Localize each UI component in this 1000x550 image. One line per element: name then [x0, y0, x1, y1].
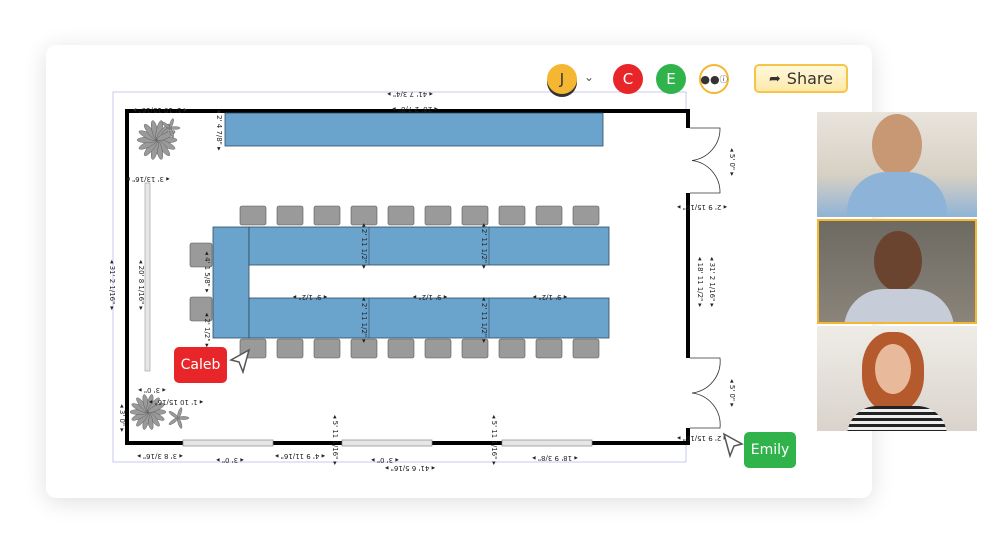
chair	[350, 205, 378, 226]
chair	[387, 338, 415, 359]
chair	[498, 205, 526, 226]
chair	[572, 205, 600, 226]
video-tile-1[interactable]	[817, 112, 977, 217]
dimension-label: ◂ 3' 0" ▸	[138, 386, 166, 394]
table-u-top	[248, 226, 610, 266]
video-tile-3[interactable]	[817, 326, 977, 431]
dimension-label: ◂ 3' 0" ▸	[216, 456, 244, 464]
chair	[498, 338, 526, 359]
dimension-label: ◂ 1' 10 15/16" ▸	[148, 398, 203, 406]
table-u-bottom	[248, 297, 610, 339]
chair	[276, 338, 304, 359]
dimension-label: ◂ 41' 7 3/4" ▸	[387, 90, 433, 98]
dimension-label: ◂ 3' 13/16" ▸	[126, 175, 170, 183]
door-swing	[690, 160, 721, 194]
collaborator-avatar-c[interactable]: C	[613, 64, 643, 94]
dimension-label: ◂ 5' 0" ▸	[728, 148, 736, 176]
cursor-label-emily: Emily	[744, 432, 796, 468]
chair	[535, 205, 563, 226]
share-label: Share	[786, 69, 833, 88]
dimension-label: ◂ 28' 2 7/8" ▸	[392, 105, 438, 113]
dimension-label: ◂ 3' 0" ▸	[371, 456, 399, 464]
dimension-label: ◂ 2' 11 1/2" ▸	[480, 223, 488, 269]
cursor-arrow-icon	[229, 348, 251, 374]
dimension-label: ◂ 2' 11 1/2" ▸	[480, 297, 488, 343]
door-swing	[690, 392, 721, 429]
share-icon: ➦	[769, 70, 781, 87]
chair	[276, 205, 304, 226]
chair	[424, 205, 452, 226]
window	[182, 439, 274, 447]
door-swing	[690, 127, 721, 161]
chair	[461, 205, 489, 226]
dimension-label: ◂ 1' 10 15/16" ▸	[132, 106, 187, 114]
dimension-label: ◂ 2' 4 7/8" ▸	[215, 109, 223, 151]
dimension-label: ◂ 20' 8 1/16" ▸	[137, 260, 145, 311]
video-tile-2-active[interactable]	[817, 219, 977, 324]
chair	[424, 338, 452, 359]
table-u-left	[212, 226, 250, 339]
dimension-label: ◂ 9' 1/2" ▸	[532, 293, 567, 301]
cursor-label-caleb: Caleb	[174, 347, 227, 383]
dimension-label: ◂ 31' 2 1/16" ▸	[108, 260, 116, 311]
dimension-label: ◂ 5' 11 1/16" ▸	[490, 415, 498, 466]
chair	[239, 205, 267, 226]
collaborator-avatar-j[interactable]: J	[547, 64, 577, 94]
dimension-label: ◂ 9' 1/2" ▸	[292, 293, 327, 301]
participant-avatar	[872, 114, 922, 176]
participant-shirt	[847, 406, 947, 431]
dimension-label: ◂ 18' 9 3/8" ▸	[532, 454, 578, 462]
participant-shirt	[847, 172, 947, 217]
share-button[interactable]: ➦ Share	[754, 64, 848, 93]
dimension-label: ◂ 5' 11 1/16" ▸	[331, 415, 339, 466]
dimension-label: ◂ 2' 9 15/16" ▸	[676, 434, 727, 442]
chair	[313, 205, 341, 226]
collaborator-avatar-e[interactable]: E	[656, 64, 686, 94]
cursor-arrow-icon	[722, 432, 744, 458]
door-swing	[690, 357, 721, 394]
dimension-label: ◂ 31' 2 1/16" ▸	[708, 257, 716, 308]
dimension-label: ◂ 2' 9 15/16" ▸	[676, 203, 727, 211]
window	[501, 439, 593, 447]
dimension-label: ◂ 41' 6 5/16" ▸	[384, 464, 435, 472]
table-top	[224, 112, 604, 147]
participant-avatar	[874, 231, 922, 291]
dimension-label: ◂ 5' 0" ▸	[728, 379, 736, 407]
dimension-label: ◂ 2' 11 1/2" ▸	[360, 297, 368, 343]
dimension-label: ◂ 4' 1 5/8" ▸	[203, 251, 211, 293]
dimension-label: ◂ 3' 0" ▸	[118, 404, 126, 432]
dimension-label: ◂ 4' 9 11/16" ▸	[274, 452, 325, 460]
window	[341, 439, 433, 447]
chair	[313, 338, 341, 359]
chair	[535, 338, 563, 359]
dimension-label: ◂ 9' 1/2" ▸	[412, 293, 447, 301]
dimension-label: ◂ 2' 1/2" ▸	[203, 313, 211, 348]
chair	[572, 338, 600, 359]
dimension-label: ◂ 3' 8 3/16" ▸	[137, 452, 183, 460]
dimension-label: ◂ 18' 11 1/2" ▸	[696, 257, 704, 308]
dimension-label: ◂ 2' 11 1/2" ▸	[360, 223, 368, 269]
participants-info-icon[interactable]: ●● ⓘ	[699, 64, 729, 94]
chair	[387, 205, 415, 226]
participant-shirt	[844, 289, 954, 322]
chevron-down-icon[interactable]: ⌄	[584, 70, 594, 84]
